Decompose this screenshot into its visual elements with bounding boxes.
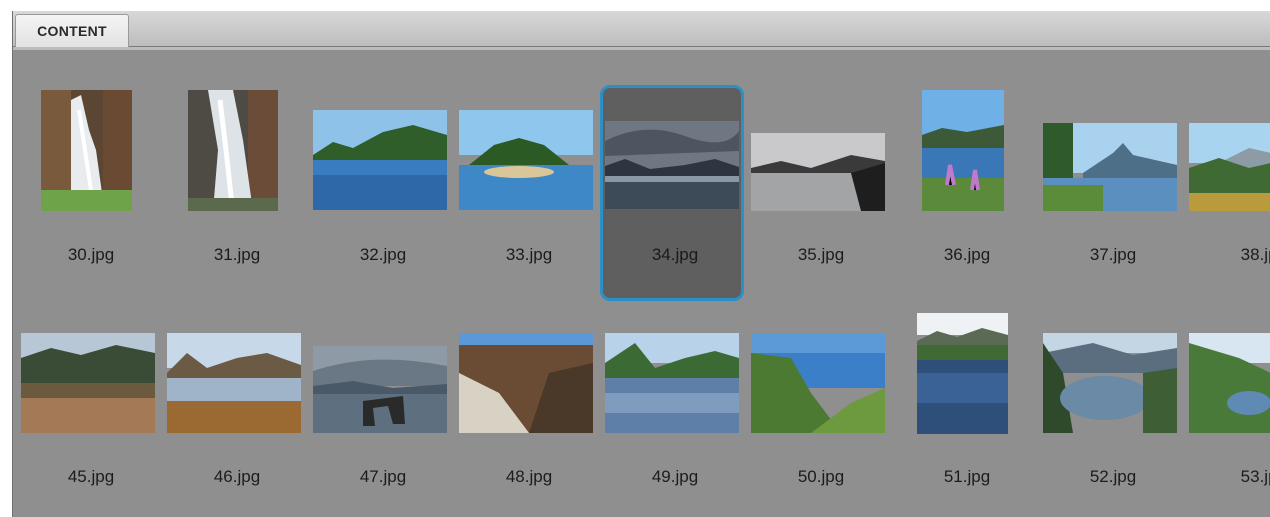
thumbnail-item[interactable]: 30.jpg bbox=[19, 87, 163, 303]
thumbnail-label: 48.jpg bbox=[505, 467, 553, 486]
thumbnail-image bbox=[922, 90, 1004, 211]
thumbnail-item[interactable]: 48.jpg bbox=[457, 309, 601, 517]
thumbnail-item[interactable]: 53.jpg bbox=[1187, 309, 1270, 517]
thumbnail-image bbox=[188, 90, 278, 211]
thumbnail-label: 32.jpg bbox=[359, 245, 407, 264]
thumbnail-image bbox=[1043, 123, 1177, 211]
thumbnail-image bbox=[313, 110, 447, 210]
thumbnail-image bbox=[1189, 333, 1270, 433]
thumbnail-label: 53.jpg bbox=[1240, 467, 1270, 486]
thumbnail-label: 51.jpg bbox=[943, 467, 991, 486]
thumbnail-label: 36.jpg bbox=[943, 245, 991, 264]
thumbnail-item[interactable]: 33.jpg bbox=[457, 87, 601, 303]
thumbnail-grid: 30.jpg 31.jpg 32.jpg 33.jpg 34.jpg 35.jp… bbox=[13, 11, 1270, 517]
thumbnail-label: 31.jpg bbox=[213, 245, 261, 264]
thumbnail-label: 52.jpg bbox=[1089, 467, 1137, 486]
thumbnail-label: 46.jpg bbox=[213, 467, 261, 486]
thumbnail-image bbox=[41, 90, 132, 211]
thumbnail-label: 38.jpg bbox=[1240, 245, 1270, 264]
thumbnail-image bbox=[459, 333, 593, 433]
thumbnail-image bbox=[751, 133, 885, 211]
thumbnail-item-selected[interactable]: 34.jpg bbox=[600, 85, 744, 301]
thumbnail-label: 30.jpg bbox=[67, 245, 115, 264]
thumbnail-image bbox=[917, 313, 1008, 434]
thumbnail-item[interactable]: 49.jpg bbox=[603, 309, 747, 517]
thumbnail-item[interactable]: 45.jpg bbox=[19, 309, 163, 517]
thumbnail-image bbox=[459, 110, 593, 210]
thumbnail-item[interactable]: 51.jpg bbox=[895, 309, 1039, 517]
thumbnail-item[interactable]: 35.jpg bbox=[749, 87, 893, 303]
thumbnail-label: 35.jpg bbox=[797, 245, 845, 264]
thumbnail-image bbox=[21, 333, 155, 433]
thumbnail-image bbox=[605, 333, 739, 433]
thumbnail-label: 47.jpg bbox=[359, 467, 407, 486]
thumbnail-item[interactable]: 52.jpg bbox=[1041, 309, 1185, 517]
thumbnail-item[interactable]: 38.jpg bbox=[1187, 87, 1270, 303]
thumbnail-image bbox=[1189, 123, 1270, 211]
thumbnail-item[interactable]: 36.jpg bbox=[895, 87, 1039, 303]
thumbnail-label: 45.jpg bbox=[67, 467, 115, 486]
content-panel: CONTENT 30.jpg 31.jpg 32.jpg 33.jpg 34.j… bbox=[12, 11, 1270, 517]
thumbnail-image bbox=[751, 333, 885, 433]
thumbnail-label: 33.jpg bbox=[505, 245, 553, 264]
thumbnail-image bbox=[167, 333, 301, 433]
thumbnail-image bbox=[605, 121, 739, 209]
thumbnail-item[interactable]: 37.jpg bbox=[1041, 87, 1185, 303]
thumbnail-item[interactable]: 31.jpg bbox=[165, 87, 309, 303]
thumbnail-item[interactable]: 46.jpg bbox=[165, 309, 309, 517]
thumbnail-image bbox=[313, 346, 447, 433]
thumbnail-label: 49.jpg bbox=[651, 467, 699, 486]
thumbnail-item[interactable]: 47.jpg bbox=[311, 309, 455, 517]
thumbnail-label: 34.jpg bbox=[651, 245, 699, 264]
thumbnail-label: 50.jpg bbox=[797, 467, 845, 486]
thumbnail-label: 37.jpg bbox=[1089, 245, 1137, 264]
thumbnail-image bbox=[1043, 333, 1177, 433]
thumbnail-item[interactable]: 50.jpg bbox=[749, 309, 893, 517]
thumbnail-item[interactable]: 32.jpg bbox=[311, 87, 455, 303]
